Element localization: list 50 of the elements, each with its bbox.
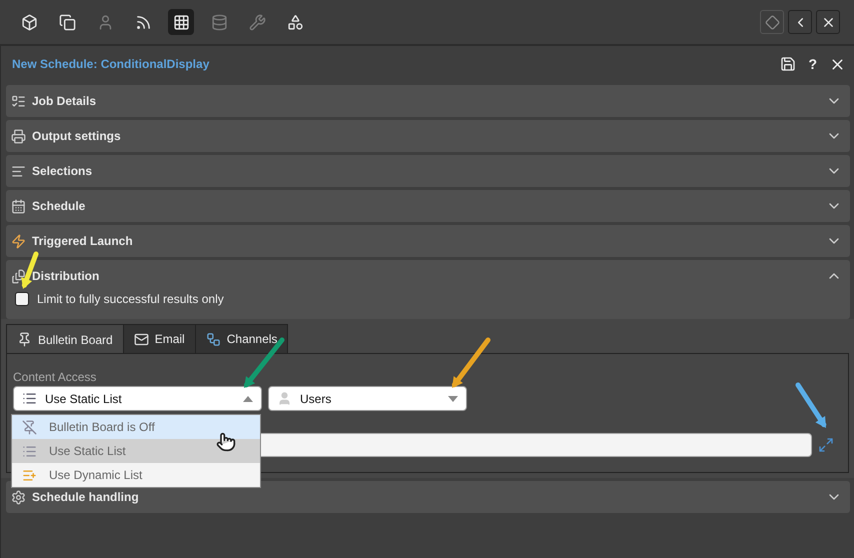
- expand-icon[interactable]: [818, 437, 834, 453]
- feed-icon: [134, 14, 152, 30]
- hand-cursor-icon: [216, 432, 236, 452]
- section-header[interactable]: Triggered Launch: [6, 225, 850, 257]
- list-icon: [22, 468, 37, 482]
- dropdown-option[interactable]: Use Static List: [12, 439, 260, 463]
- section-header[interactable]: Selections: [6, 155, 850, 187]
- pin-off-icon: [22, 420, 37, 434]
- database-icon: [210, 14, 228, 30]
- users-select[interactable]: Users: [268, 386, 467, 411]
- diamond-icon: [764, 14, 780, 30]
- access-select[interactable]: Use Static List: [13, 386, 262, 411]
- caret-down-icon: [448, 396, 458, 402]
- list-icon: [22, 444, 37, 458]
- tab[interactable]: Bulletin Board: [6, 324, 124, 354]
- section-icon: [11, 268, 26, 284]
- section-icon: [11, 490, 26, 504]
- save-icon[interactable]: [780, 56, 796, 72]
- section-header[interactable]: Output settings: [6, 120, 850, 152]
- toolbar-button[interactable]: [168, 9, 194, 35]
- mail-icon: [134, 332, 149, 346]
- dropdown-option[interactable]: Bulletin Board is Off: [12, 415, 260, 439]
- grid-icon: [172, 14, 190, 30]
- section-header[interactable]: Job Details: [6, 85, 850, 117]
- tab[interactable]: Channels: [194, 324, 288, 354]
- section-header[interactable]: Schedule handling: [6, 481, 850, 513]
- pin-icon: [17, 332, 32, 347]
- field-label: Content Access: [13, 370, 98, 384]
- wrench-icon: [248, 14, 266, 30]
- section-icon: [11, 164, 26, 178]
- copy-icon: [58, 14, 76, 30]
- cube-icon: [20, 14, 38, 30]
- list-icon: [22, 391, 37, 406]
- close-button[interactable]: [816, 10, 840, 34]
- tab[interactable]: Email: [122, 324, 196, 354]
- shapes-icon: [286, 14, 304, 30]
- checkbox[interactable]: [15, 292, 29, 306]
- help-button[interactable]: ?: [806, 56, 819, 72]
- user-icon: [277, 391, 292, 406]
- section-icon: [11, 94, 26, 108]
- network-icon: [206, 332, 221, 346]
- section-header[interactable]: Distribution: [6, 260, 850, 292]
- back-button[interactable]: [788, 10, 812, 34]
- schedule-title: New Schedule: ConditionalDisplay: [12, 57, 210, 71]
- section-icon: [11, 198, 26, 214]
- checkbox-label: Limit to fully successful results only: [37, 292, 224, 306]
- section-icon: [11, 234, 26, 248]
- caret-up-icon: [243, 396, 253, 402]
- section-icon: [11, 128, 26, 144]
- section-header[interactable]: Schedule: [6, 190, 850, 222]
